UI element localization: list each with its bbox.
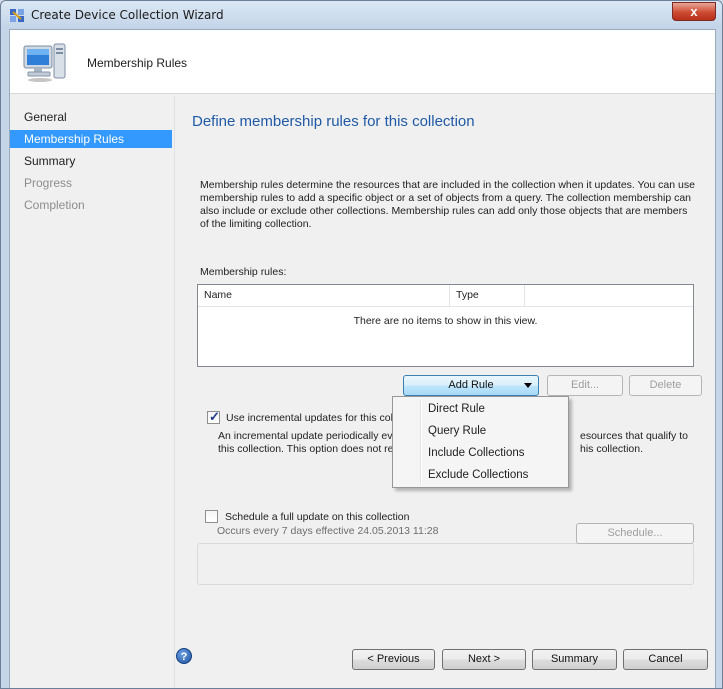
next-button[interactable]: Next >	[442, 649, 526, 670]
delete-button[interactable]: Delete	[629, 375, 702, 396]
menu-item-include-collections[interactable]: Include Collections	[395, 442, 566, 464]
schedule-occurs-text: Occurs every 7 days effective 24.05.2013…	[217, 525, 439, 537]
add-rule-menu: Direct Rule Query Rule Include Collectio…	[392, 396, 569, 488]
membership-rules-list[interactable]: Name Type There are no items to show in …	[197, 284, 694, 367]
incremental-description-line2-right: his collection.	[580, 443, 644, 455]
wizard-window: Create Device Collection Wizard x Member…	[0, 0, 723, 689]
wizard-content: Define membership rules for this collect…	[174, 96, 715, 688]
header-title: Membership Rules	[87, 56, 188, 70]
page-title: Define membership rules for this collect…	[192, 113, 475, 130]
cancel-button[interactable]: Cancel	[623, 649, 708, 670]
nav-item-completion: Completion	[24, 198, 85, 212]
wizard-header: Membership Rules	[10, 30, 715, 94]
computer-icon	[23, 43, 66, 82]
summary-button[interactable]: Summary	[532, 649, 617, 670]
membership-description: Membership rules determine the resources…	[200, 179, 695, 230]
incremental-description-line2-left: this collection. This option does not re	[218, 443, 394, 455]
list-header: Name Type	[198, 285, 693, 307]
nav-item-general[interactable]: General	[10, 108, 172, 126]
edit-button[interactable]: Edit...	[547, 375, 623, 396]
menu-item-direct-rule[interactable]: Direct Rule	[395, 398, 566, 420]
nav-item-progress: Progress	[24, 176, 73, 190]
incremental-description-left: An incremental update periodically eva	[218, 430, 399, 442]
nav-item-membership-rules[interactable]: Membership Rules	[10, 130, 172, 148]
checkmark-icon: ✓	[209, 409, 220, 424]
menu-item-query-rule[interactable]: Query Rule	[395, 420, 566, 442]
menu-item-exclude-collections[interactable]: Exclude Collections	[395, 464, 566, 486]
schedule-full-update-checkbox[interactable]	[205, 510, 218, 523]
wizard-icon	[10, 9, 24, 22]
nav-item-summary[interactable]: Summary	[10, 152, 172, 170]
title-bar: Create Device Collection Wizard x	[1, 1, 722, 29]
help-icon[interactable]: ?	[176, 648, 192, 664]
close-button[interactable]: x	[672, 2, 716, 21]
schedule-group	[197, 543, 694, 585]
close-icon: x	[690, 4, 698, 19]
empty-list-message: There are no items to show in this view.	[353, 315, 538, 327]
column-header-name[interactable]: Name	[198, 285, 450, 306]
incremental-updates-checkbox[interactable]: ✓	[207, 409, 220, 424]
previous-button[interactable]: < Previous	[352, 649, 435, 670]
incremental-updates-label: Use incremental updates for this colle	[226, 412, 402, 424]
wizard-nav: General Membership Rules Summary Progres…	[10, 96, 172, 688]
incremental-description-right: esources that qualify to	[580, 430, 688, 442]
window-title: Create Device Collection Wizard	[31, 8, 224, 22]
chevron-down-icon	[524, 383, 532, 388]
add-rule-label: Add Rule	[448, 379, 494, 391]
schedule-full-update-label: Schedule a full update on this collectio…	[225, 511, 410, 523]
wizard-client-area: Membership Rules General Membership Rule…	[9, 29, 716, 688]
membership-rules-label: Membership rules:	[200, 266, 287, 278]
column-header-type[interactable]: Type	[450, 285, 525, 306]
add-rule-button[interactable]: Add Rule	[403, 375, 539, 396]
schedule-button[interactable]: Schedule...	[576, 523, 694, 544]
